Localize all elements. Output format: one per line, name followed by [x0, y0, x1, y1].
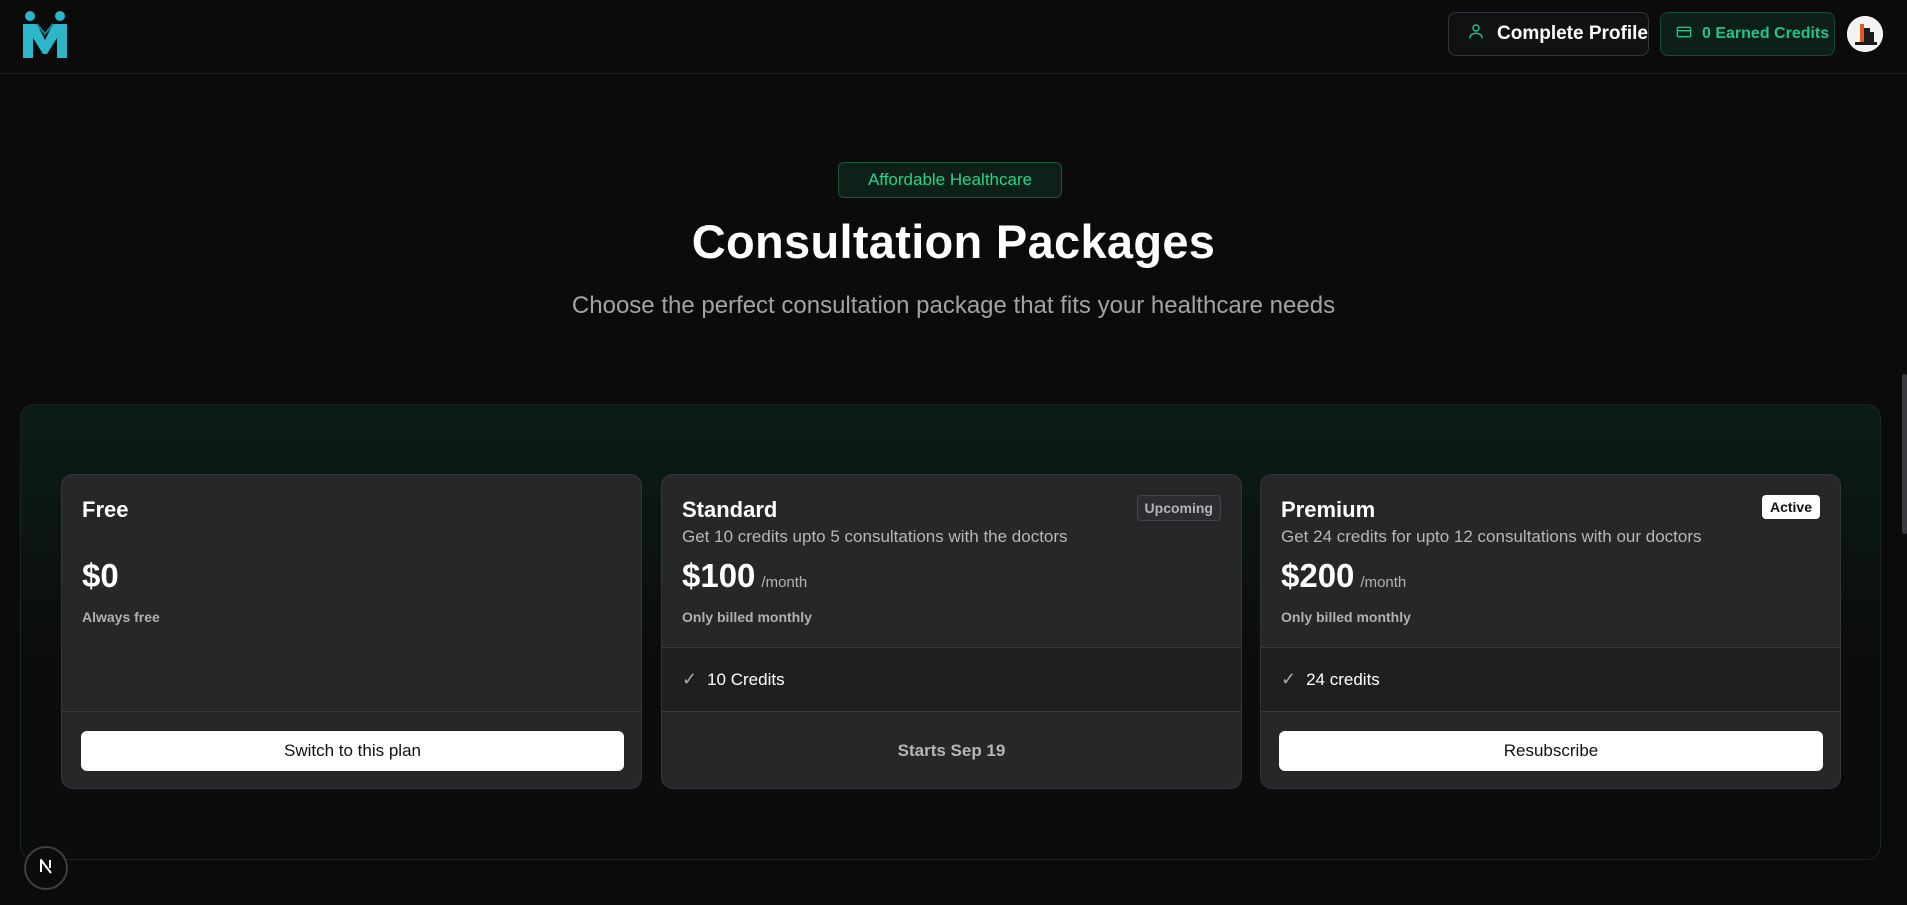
plan-price-row: $0 — [82, 557, 125, 595]
app-logo-icon[interactable] — [21, 10, 69, 60]
plan-price: $0 — [82, 557, 119, 594]
plan-name: Free — [82, 497, 129, 522]
card-divider — [1261, 711, 1840, 712]
nextjs-icon — [37, 857, 55, 880]
plan-price-row: $200 /month — [1281, 557, 1406, 595]
plan-name: Premium — [1281, 497, 1376, 522]
plan-price: $100 — [682, 557, 756, 594]
plan-start-date: Starts Sep 19 — [897, 741, 1006, 760]
plan-billing-note: Only billed monthly — [682, 609, 812, 625]
check-icon: ✓ — [1281, 669, 1297, 689]
nextjs-dev-button[interactable] — [24, 846, 68, 890]
user-icon — [1467, 22, 1485, 46]
complete-profile-label: Complete Profile — [1497, 23, 1648, 44]
plan-card-standard: Standard Upcoming Get 10 credits upto 5 … — [661, 474, 1242, 789]
plan-feature-row: ✓ 24 credits — [1261, 648, 1840, 711]
credit-card-icon — [1676, 24, 1692, 45]
affordable-healthcare-tag: Affordable Healthcare — [838, 162, 1062, 198]
plan-name: Standard — [682, 497, 778, 522]
active-badge: Active — [1761, 495, 1820, 519]
earned-credits-button[interactable]: 0 Earned Credits — [1660, 12, 1835, 56]
avatar[interactable] — [1847, 16, 1883, 52]
card-divider — [62, 711, 641, 712]
resubscribe-button[interactable]: Resubscribe — [1279, 731, 1823, 771]
page-scrollbar[interactable] — [1902, 374, 1907, 534]
top-header: Complete Profile 0 Earned Credits — [0, 0, 1907, 74]
plan-feature-label: 10 Credits — [707, 669, 785, 689]
plan-description: Get 24 credits for upto 12 consultations… — [1281, 527, 1702, 546]
plan-billing-note: Always free — [82, 609, 160, 625]
plan-feature-label: 24 credits — [1306, 669, 1380, 689]
page-title: Consultation Packages — [691, 215, 1216, 268]
upcoming-badge: Upcoming — [1136, 495, 1221, 521]
plan-billing-note: Only billed monthly — [1281, 609, 1411, 625]
complete-profile-button[interactable]: Complete Profile — [1448, 12, 1649, 56]
plan-feature-row: ✓ 10 Credits — [662, 648, 1241, 711]
plan-period: /month — [1360, 574, 1407, 591]
plan-card-free: Free $0 Always free Switch to this plan — [61, 474, 642, 789]
plan-price-row: $100 /month — [682, 557, 807, 595]
earned-credits-label: 0 Earned Credits — [1702, 25, 1830, 42]
check-icon: ✓ — [682, 669, 698, 689]
plan-period: /month — [761, 574, 808, 591]
page-subtitle: Choose the perfect consultation package … — [571, 292, 1336, 319]
plan-price: $200 — [1281, 557, 1355, 594]
switch-plan-button[interactable]: Switch to this plan — [81, 731, 624, 771]
plan-card-premium: Premium Active Get 24 credits for upto 1… — [1260, 474, 1841, 789]
plan-description: Get 10 credits upto 5 consultations with… — [682, 527, 1068, 546]
